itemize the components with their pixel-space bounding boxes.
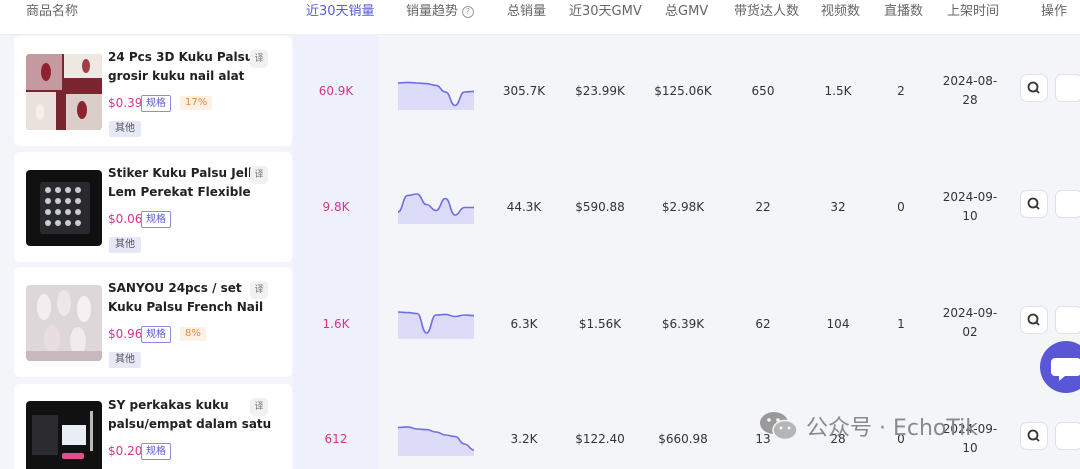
- lives-value: 0: [897, 200, 905, 214]
- sales-trend-sparkline: [398, 426, 474, 456]
- total-sales-value: 305.7K: [502, 84, 546, 98]
- sales-30d-value: 612: [324, 432, 348, 446]
- product-price: $0.39: [108, 96, 143, 110]
- gmv-30d-value: $1.56K: [578, 317, 622, 331]
- gmv-30d-value: $122.40: [575, 432, 625, 446]
- col-gmv-30d[interactable]: 近30天GMV: [569, 0, 642, 24]
- listed-date: 2024-09- 02: [940, 304, 1000, 342]
- lives-value: 2: [897, 84, 905, 98]
- table-row[interactable]: SANYOU 24pcs / set Kuku Palsu French Nai…: [0, 267, 1080, 377]
- product-title[interactable]: SY perkakas kuku palsu/empat dalam satu …: [108, 396, 273, 434]
- listed-date-line1: 2024-09-: [942, 306, 998, 320]
- translate-icon[interactable]: 译: [250, 398, 268, 416]
- product-thumbnail[interactable]: [26, 54, 102, 130]
- col-sales-trend-label: 销量趋势: [406, 4, 459, 19]
- col-listed-time[interactable]: 上架时间: [947, 0, 999, 24]
- category-tag: 其他: [109, 352, 141, 368]
- sales-trend-sparkline: [398, 311, 474, 339]
- videos-value: 32: [830, 200, 846, 214]
- search-icon: [1027, 429, 1040, 442]
- product-thumbnail[interactable]: [26, 170, 102, 246]
- watermark: 公众号 · EchoTik: [758, 408, 978, 448]
- search-icon: [1027, 197, 1040, 210]
- category-tag: 其他: [109, 237, 141, 253]
- influencers-value: 650: [751, 84, 775, 98]
- sales-trend-sparkline: [398, 193, 474, 224]
- chat-bubble-icon: [1051, 358, 1080, 381]
- col-videos[interactable]: 视频数: [821, 0, 860, 24]
- more-actions-button[interactable]: [1056, 423, 1080, 449]
- total-sales-value: 6.3K: [510, 317, 538, 331]
- listed-date-line2: 28: [962, 93, 978, 107]
- translate-icon[interactable]: 译: [250, 166, 268, 184]
- search-button[interactable]: [1021, 307, 1047, 333]
- videos-value: 1.5K: [824, 84, 852, 98]
- more-actions-button[interactable]: [1056, 191, 1080, 217]
- spec-button[interactable]: 规格: [141, 95, 171, 112]
- product-thumbnail[interactable]: [26, 401, 102, 469]
- commission-badge: 8%: [180, 327, 206, 341]
- col-total-sales[interactable]: 总销量: [507, 0, 546, 24]
- search-button[interactable]: [1021, 191, 1047, 217]
- search-button[interactable]: [1021, 423, 1047, 449]
- listed-date-line2: 02: [962, 325, 978, 339]
- col-sales-trend: 销量趋势?: [406, 0, 475, 24]
- sales-30d-value: 9.8K: [322, 200, 350, 214]
- spec-button[interactable]: 规格: [141, 443, 171, 460]
- product-title[interactable]: SANYOU 24pcs / set Kuku Palsu French Nai…: [108, 279, 273, 317]
- table-row[interactable]: Stiker Kuku Palsu Jelly Lem Perekat Flex…: [0, 152, 1080, 262]
- search-icon: [1027, 81, 1040, 94]
- total-gmv-value: $660.98: [658, 432, 708, 446]
- product-thumbnail[interactable]: [26, 285, 102, 361]
- sales-trend-sparkline: [398, 81, 474, 110]
- sparkline-area: [398, 82, 474, 110]
- spec-button[interactable]: 规格: [141, 211, 171, 228]
- total-gmv-value: $2.98K: [661, 200, 705, 214]
- sales-30d-value: 1.6K: [322, 317, 350, 331]
- col-actions: 操作: [1041, 4, 1068, 19]
- wechat-logo-icon: [760, 412, 798, 441]
- help-icon[interactable]: ?: [462, 6, 475, 18]
- search-icon: [1027, 313, 1040, 326]
- more-actions-button[interactable]: [1056, 75, 1080, 101]
- product-title[interactable]: Stiker Kuku Palsu Jelly Lem Perekat Flex…: [108, 164, 273, 202]
- translate-icon[interactable]: 译: [250, 281, 268, 299]
- gmv-30d-value: $590.88: [575, 200, 625, 214]
- lives-value: 1: [897, 317, 905, 331]
- product-title[interactable]: 24 Pcs 3D Kuku Palsu grosir kuku nail al…: [108, 48, 273, 86]
- spec-button[interactable]: 规格: [141, 326, 171, 343]
- search-button[interactable]: [1021, 75, 1047, 101]
- videos-value: 104: [826, 317, 850, 331]
- listed-date-line1: 2024-09-: [942, 190, 998, 204]
- influencers-value: 62: [755, 317, 771, 331]
- total-sales-value: 3.2K: [510, 432, 538, 446]
- product-price: $0.96: [108, 327, 143, 341]
- total-sales-value: 44.3K: [506, 200, 542, 214]
- translate-icon[interactable]: 译: [250, 50, 268, 68]
- total-gmv-value: $6.39K: [661, 317, 705, 331]
- product-price: $0.20: [108, 444, 143, 458]
- watermark-text: 公众号 · EchoTik: [806, 416, 978, 441]
- sales-30d-value: 60.9K: [318, 84, 354, 98]
- sparkline-area: [398, 312, 474, 339]
- listed-date: 2024-08- 28: [940, 72, 1000, 110]
- commission-badge: 17%: [180, 96, 213, 110]
- col-sales-30d[interactable]: 近30天销量: [306, 0, 375, 24]
- listed-date-line1: 2024-08-: [942, 74, 998, 88]
- col-lives[interactable]: 直播数: [884, 0, 923, 24]
- col-product-name: 商品名称: [26, 4, 79, 19]
- product-price: $0.06: [108, 212, 143, 226]
- more-actions-button[interactable]: [1056, 307, 1080, 333]
- table-row[interactable]: 24 Pcs 3D Kuku Palsu grosir kuku nail al…: [0, 36, 1080, 146]
- chat-bubble-button[interactable]: [1040, 341, 1080, 393]
- influencers-value: 22: [755, 200, 771, 214]
- total-gmv-value: $125.06K: [654, 84, 712, 98]
- col-influencers[interactable]: 带货达人数: [734, 0, 799, 24]
- col-total-gmv[interactable]: 总GMV: [665, 0, 708, 24]
- category-tag: 其他: [109, 121, 141, 137]
- table-header: 商品名称 近30天销量 销量趋势? 总销量 近30天GMV 总GMV 带货达人数…: [0, 0, 1080, 35]
- listed-date: 2024-09- 10: [940, 188, 1000, 226]
- gmv-30d-value: $23.99K: [575, 84, 625, 98]
- listed-date-line2: 10: [962, 209, 978, 223]
